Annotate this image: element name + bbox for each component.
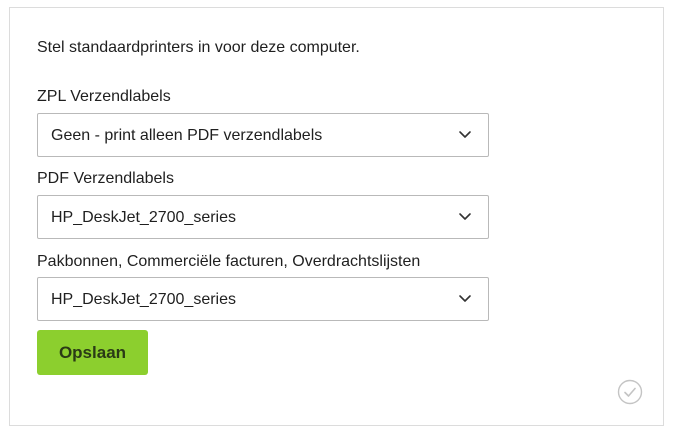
- documents-label: Pakbonnen, Commerciële facturen, Overdra…: [37, 253, 421, 270]
- pdf-printer-select[interactable]: HP_DeskJet_2700_series: [37, 195, 489, 239]
- zpl-printer-value: Geen - print alleen PDF verzendlabels: [51, 127, 323, 144]
- documents-printer-value: HP_DeskJet_2700_series: [51, 291, 236, 308]
- save-button[interactable]: Opslaan: [37, 330, 148, 375]
- chevron-down-icon: [459, 295, 471, 302]
- pdf-label: PDF Verzendlabels: [37, 170, 174, 187]
- chevron-down-icon: [459, 131, 471, 138]
- intro-text: Stel standaardprinters in voor deze comp…: [37, 39, 360, 56]
- zpl-printer-select[interactable]: Geen - print alleen PDF verzendlabels: [37, 113, 489, 157]
- zpl-label: ZPL Verzendlabels: [37, 88, 171, 105]
- documents-printer-select[interactable]: HP_DeskJet_2700_series: [37, 277, 489, 321]
- printer-settings-panel: Stel standaardprinters in voor deze comp…: [9, 7, 664, 426]
- chevron-down-icon: [459, 213, 471, 220]
- pdf-printer-value: HP_DeskJet_2700_series: [51, 209, 236, 226]
- check-circle-icon: [617, 379, 643, 405]
